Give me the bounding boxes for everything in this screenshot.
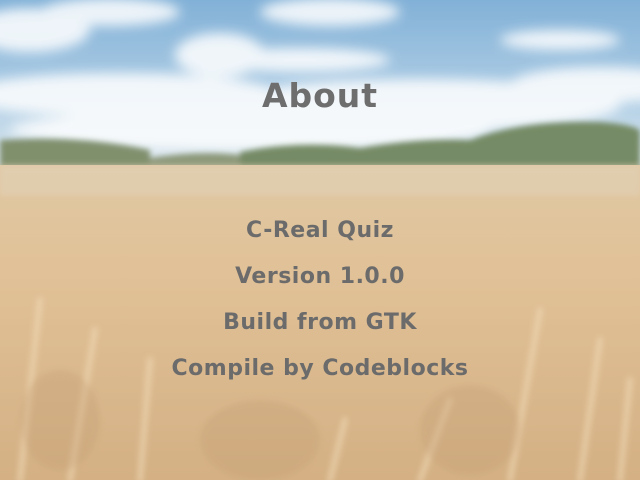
version-text: Version 1.0.0	[235, 264, 405, 289]
build-text: Build from GTK	[223, 310, 417, 335]
about-info: C-Real Quiz Version 1.0.0 Build from GTK…	[0, 214, 640, 398]
app-name: C-Real Quiz	[246, 218, 394, 243]
about-screen: About C-Real Quiz Version 1.0.0 Build fr…	[0, 0, 640, 480]
compiler-text: Compile by Codeblocks	[171, 356, 469, 381]
page-title: About	[261, 76, 379, 115]
